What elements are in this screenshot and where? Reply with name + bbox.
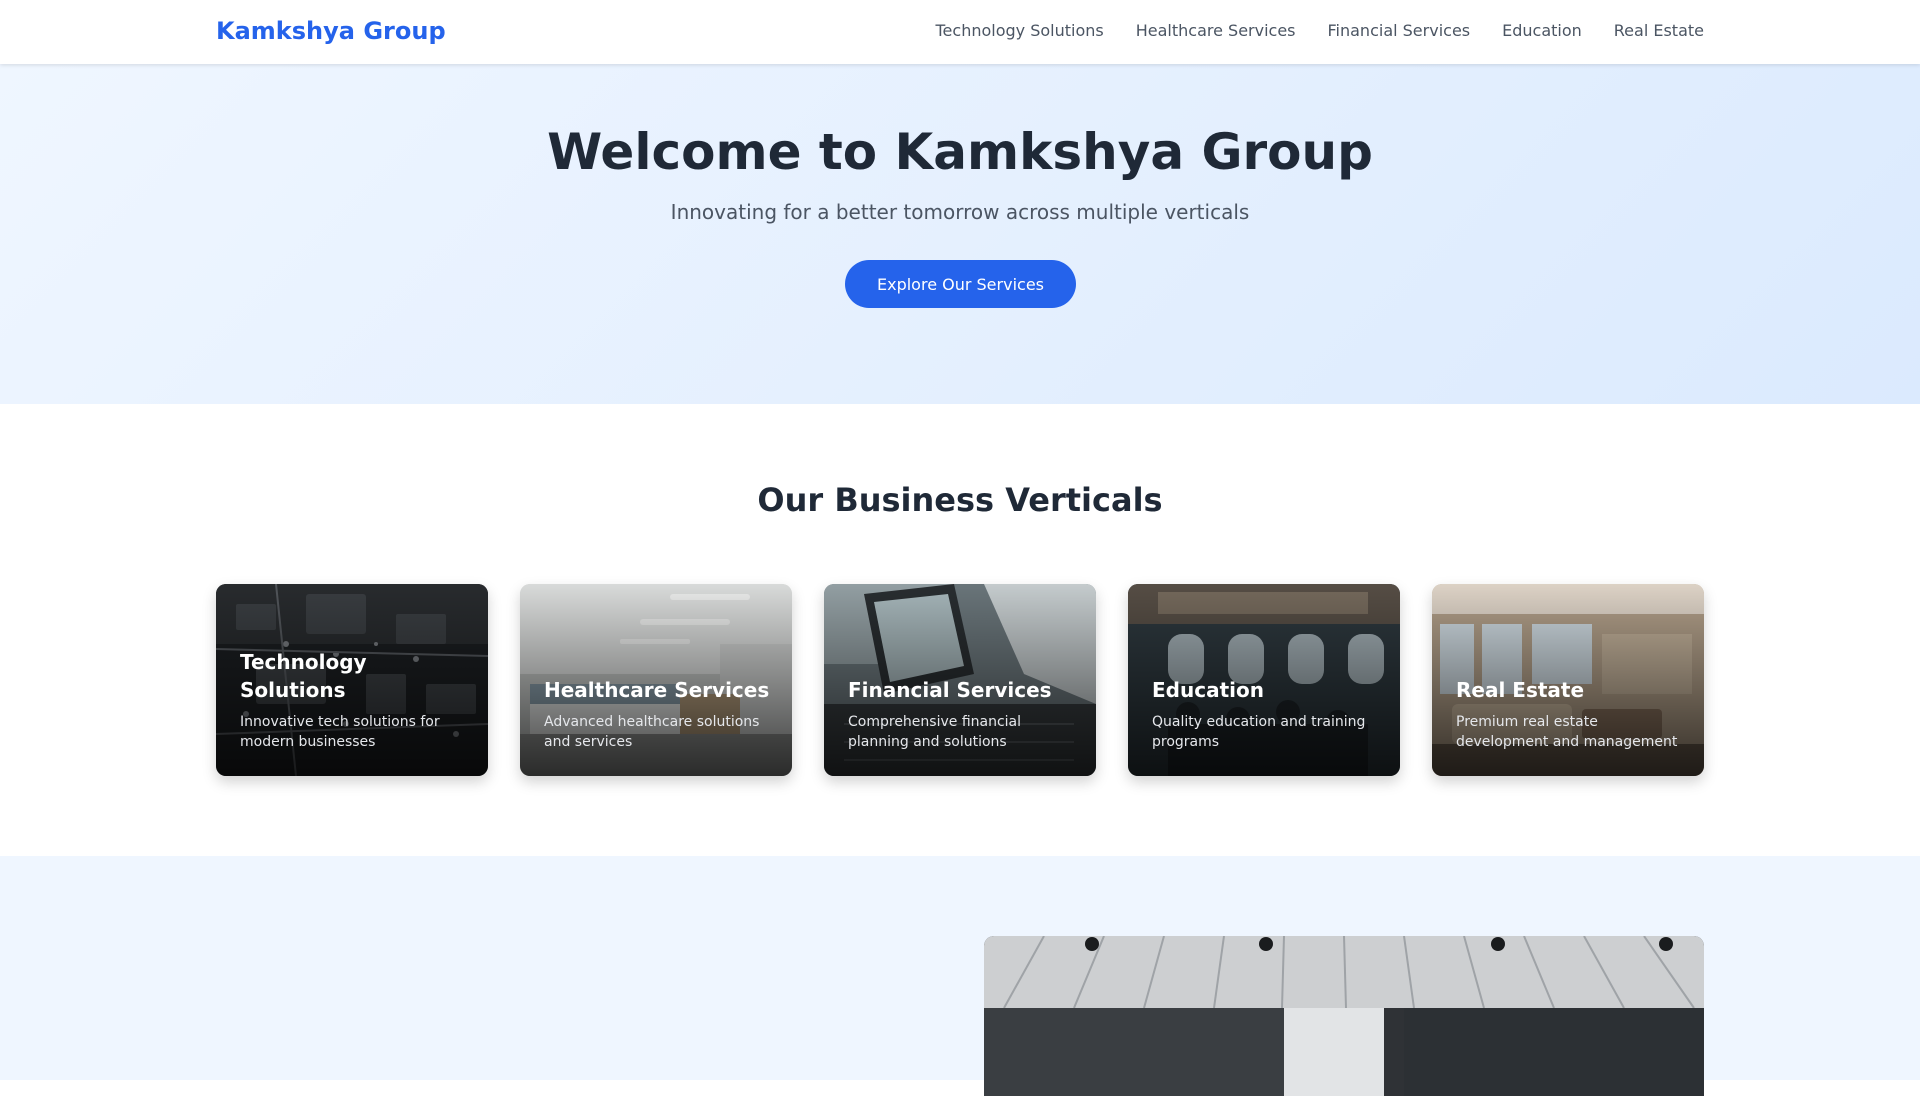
- card-description: Advanced healthcare solutions and servic…: [544, 714, 760, 750]
- card-title: Healthcare Services: [544, 678, 770, 702]
- nav-item: Real Estate: [1614, 21, 1704, 41]
- verticals-card-grid: Technology Solutions Innovative tech sol…: [216, 584, 1704, 776]
- nav-item: Technology Solutions: [936, 21, 1104, 41]
- hero-section: Welcome to Kamkshya Group Innovating for…: [0, 64, 1920, 404]
- card-body: Education Quality education and training…: [1152, 676, 1380, 752]
- nav-link-real-estate[interactable]: Real Estate: [1614, 21, 1704, 40]
- card-description: Innovative tech solutions for modern bus…: [240, 714, 440, 750]
- nav-link-technology[interactable]: Technology Solutions: [936, 21, 1104, 40]
- card-body: Financial Services Comprehensive financi…: [848, 676, 1076, 752]
- vertical-card-education[interactable]: Education Quality education and training…: [1128, 584, 1400, 776]
- explore-services-button[interactable]: Explore Our Services: [845, 260, 1076, 308]
- about-section: [0, 856, 1920, 1096]
- nav-link-financial[interactable]: Financial Services: [1328, 21, 1471, 40]
- modern-office-image: [984, 936, 1704, 1096]
- nav-item: Financial Services: [1328, 21, 1471, 41]
- nav-link-education[interactable]: Education: [1502, 21, 1582, 40]
- card-body: Healthcare Services Advanced healthcare …: [544, 676, 772, 752]
- business-verticals-section: Our Business Verticals Technology Soluti…: [0, 404, 1920, 856]
- card-description: Quality education and training programs: [1152, 714, 1366, 750]
- section-title: Our Business Verticals: [757, 481, 1163, 519]
- nav-item: Education: [1502, 21, 1582, 41]
- card-body: Real Estate Premium real estate developm…: [1456, 676, 1684, 752]
- card-title: Financial Services: [848, 678, 1052, 702]
- main-nav: Technology Solutions Healthcare Services…: [936, 21, 1705, 41]
- card-description: Premium real estate development and mana…: [1456, 714, 1678, 750]
- vertical-card-real-estate[interactable]: Real Estate Premium real estate developm…: [1432, 584, 1704, 776]
- brand-logo[interactable]: Kamkshya Group: [216, 16, 446, 46]
- vertical-card-financial[interactable]: Financial Services Comprehensive financi…: [824, 584, 1096, 776]
- card-title: Technology Solutions: [240, 650, 367, 702]
- card-description: Comprehensive financial planning and sol…: [848, 714, 1022, 750]
- card-title: Education: [1152, 678, 1264, 702]
- nav-item: Healthcare Services: [1136, 21, 1296, 41]
- nav-link-healthcare[interactable]: Healthcare Services: [1136, 21, 1296, 40]
- card-title: Real Estate: [1456, 678, 1585, 702]
- vertical-card-technology[interactable]: Technology Solutions Innovative tech sol…: [216, 584, 488, 776]
- hero-subtitle: Innovating for a better tomorrow across …: [670, 200, 1250, 224]
- vertical-card-healthcare[interactable]: Healthcare Services Advanced healthcare …: [520, 584, 792, 776]
- hero-title: Welcome to Kamkshya Group: [547, 123, 1373, 181]
- site-header: Kamkshya Group Technology Solutions Heal…: [0, 0, 1920, 64]
- card-body: Technology Solutions Innovative tech sol…: [240, 648, 468, 752]
